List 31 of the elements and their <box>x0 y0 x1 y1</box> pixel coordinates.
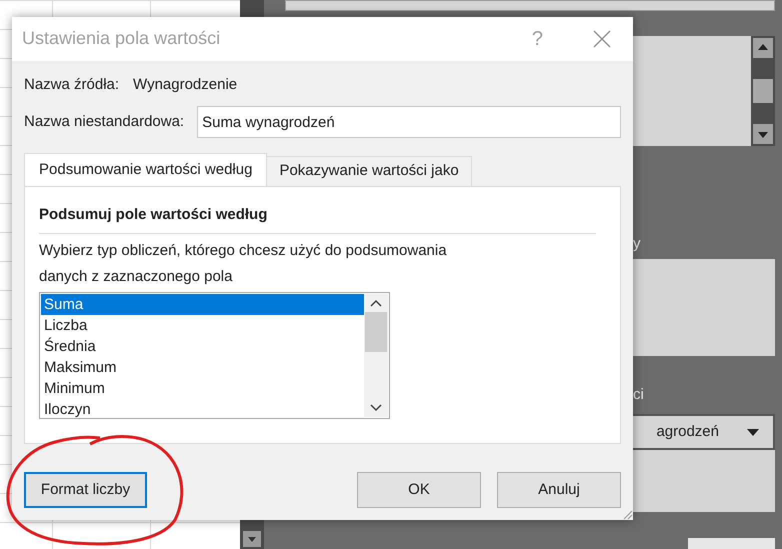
resize-grip-icon[interactable] <box>621 508 633 520</box>
list-item[interactable]: Maksimum <box>41 356 364 378</box>
close-icon[interactable] <box>593 30 611 48</box>
dropdown-arrow-icon <box>747 428 759 436</box>
list-item[interactable]: Suma <box>41 294 364 314</box>
scroll-thumb[interactable] <box>365 312 387 352</box>
tab[interactable]: Podsumowanie wartości według <box>24 153 268 186</box>
description-text: Wybierz typ obliczeń, którego chcesz użyć do podsumowania <box>39 240 448 260</box>
custom-name-field[interactable]: Suma wynagrodzeń <box>197 106 621 138</box>
panel-label: ci <box>633 384 644 404</box>
list-item[interactable]: Średnia <box>41 336 364 356</box>
list-item[interactable]: Minimum <box>41 378 364 398</box>
scroll-down-icon[interactable] <box>243 531 261 547</box>
custom-name-label: Nazwa niestandardowa: <box>24 112 184 132</box>
tab[interactable]: Pokazywanie wartości jako <box>267 156 472 186</box>
function-list[interactable]: Suma Liczba Średnia Maksimum Minimum Iloczyn <box>39 292 390 418</box>
window-title: Ustawienia pola wartości <box>22 27 222 50</box>
description-text: danych z zaznaczonego pola <box>39 266 234 286</box>
ok-button[interactable]: OK <box>357 472 481 508</box>
cancel-button[interactable]: Anuluj <box>497 472 621 508</box>
panel-label: y <box>633 234 640 254</box>
scroll-down-icon[interactable] <box>753 124 773 144</box>
scroll-up-icon[interactable] <box>753 38 773 58</box>
list-item[interactable]: Iloczyn <box>41 398 364 420</box>
source-value: Wynagrodzenie <box>133 74 238 94</box>
number-format-button[interactable]: Format liczby <box>24 472 147 508</box>
scroll-thumb-icon[interactable] <box>753 79 773 103</box>
source-label: Nazwa źródła: <box>24 74 120 94</box>
search-field[interactable] <box>285 0 775 11</box>
section-title: Podsumuj pole wartości według <box>39 205 268 225</box>
list-item[interactable]: Liczba <box>41 314 364 336</box>
